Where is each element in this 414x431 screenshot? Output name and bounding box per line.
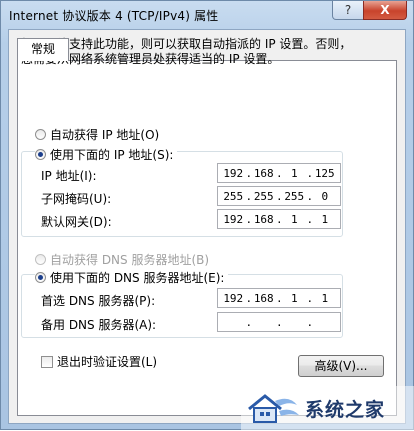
radio-icon — [35, 254, 46, 265]
alternate-dns-label: 备用 DNS 服务器(A): — [41, 318, 157, 332]
dns-auto-radio[interactable]: 自动获得 DNS 服务器地址(B) — [35, 251, 214, 268]
octet: 1 — [290, 291, 298, 305]
tab-general[interactable]: 常规 — [17, 38, 69, 61]
subnet-mask-field[interactable]: 255. 255. 255. 0 — [217, 186, 341, 206]
help-icon: ? — [344, 3, 352, 17]
octet: 1 — [290, 212, 298, 226]
preferred-dns-field[interactable]: 192. 168. 1. 1 — [217, 288, 341, 308]
description-line: 您需要从网络系统管理员处获得适当的 IP 设置。 — [21, 52, 280, 66]
ip-auto-radio[interactable]: 自动获得 IP 地址(O) — [35, 126, 164, 143]
close-button[interactable]: X — [363, 1, 407, 20]
octet: 0 — [321, 189, 329, 203]
description-text: 如果网络支持此功能，则可以获取自动指派的 IP 设置。否则， 您需要从网络系统管… — [21, 37, 381, 67]
window-buttons: ? X — [332, 1, 407, 20]
ip-address-field[interactable]: 192. 168. 1. 125 — [217, 163, 341, 183]
watermark-text: 系统之家 — [305, 399, 386, 421]
checkbox-icon — [41, 355, 53, 368]
radio-selected-icon — [35, 149, 46, 160]
octet: 192 — [223, 291, 244, 305]
octet: 192 — [223, 166, 244, 180]
octet: 192 — [223, 212, 244, 226]
validate-on-exit-checkbox[interactable]: 退出时验证设置(L) — [41, 353, 157, 370]
octet: 255 — [223, 189, 244, 203]
octet: 168 — [253, 291, 274, 305]
octet: 255 — [284, 189, 305, 203]
ip-manual-label: 使用下面的 IP 地址(S): — [50, 148, 174, 162]
radio-icon — [35, 129, 46, 140]
ip-auto-label: 自动获得 IP 地址(O) — [50, 128, 160, 142]
octet: 168 — [253, 166, 274, 180]
watermark: 系统之家 — [241, 386, 414, 431]
preferred-dns-label: 首选 DNS 服务器(P): — [41, 294, 156, 308]
octet: 1 — [290, 166, 298, 180]
advanced-button[interactable]: 高级(V)... — [298, 355, 384, 377]
house-logo-icon — [248, 393, 299, 423]
close-icon: X — [380, 3, 390, 17]
subnet-mask-label: 子网掩码(U): — [41, 192, 112, 206]
octet: 168 — [253, 212, 274, 226]
dns-manual-label: 使用下面的 DNS 服务器地址(E): — [50, 271, 225, 285]
window-title: Internet 协议版本 4 (TCP/IPv4) 属性 — [9, 9, 219, 23]
gateway-label: 默认网关(D): — [41, 215, 112, 229]
gateway-field[interactable]: 192. 168. 1. 1 — [217, 209, 341, 229]
validate-on-exit-label: 退出时验证设置(L) — [57, 355, 158, 369]
help-button[interactable]: ? — [332, 1, 364, 20]
octet: 1 — [321, 291, 329, 305]
dialog-window: Internet 协议版本 4 (TCP/IPv4) 属性 ? X 常规 如果网… — [0, 0, 414, 431]
description-line: 如果网络支持此功能，则可以获取自动指派的 IP 设置。否则， — [21, 37, 352, 51]
ip-manual-radio[interactable]: 使用下面的 IP 地址(S): — [35, 146, 178, 163]
dns-manual-radio[interactable]: 使用下面的 DNS 服务器地址(E): — [35, 269, 229, 286]
octet: 125 — [314, 166, 335, 180]
alternate-dns-field[interactable]: . . . — [217, 312, 341, 332]
ip-address-label: IP 地址(I): — [41, 169, 97, 183]
dns-auto-label: 自动获得 DNS 服务器地址(B) — [50, 253, 210, 267]
octet: 1 — [321, 212, 329, 226]
radio-selected-icon — [35, 272, 46, 283]
octet: 255 — [253, 189, 274, 203]
title-bar[interactable]: Internet 协议版本 4 (TCP/IPv4) 属性 ? X — [1, 1, 413, 29]
